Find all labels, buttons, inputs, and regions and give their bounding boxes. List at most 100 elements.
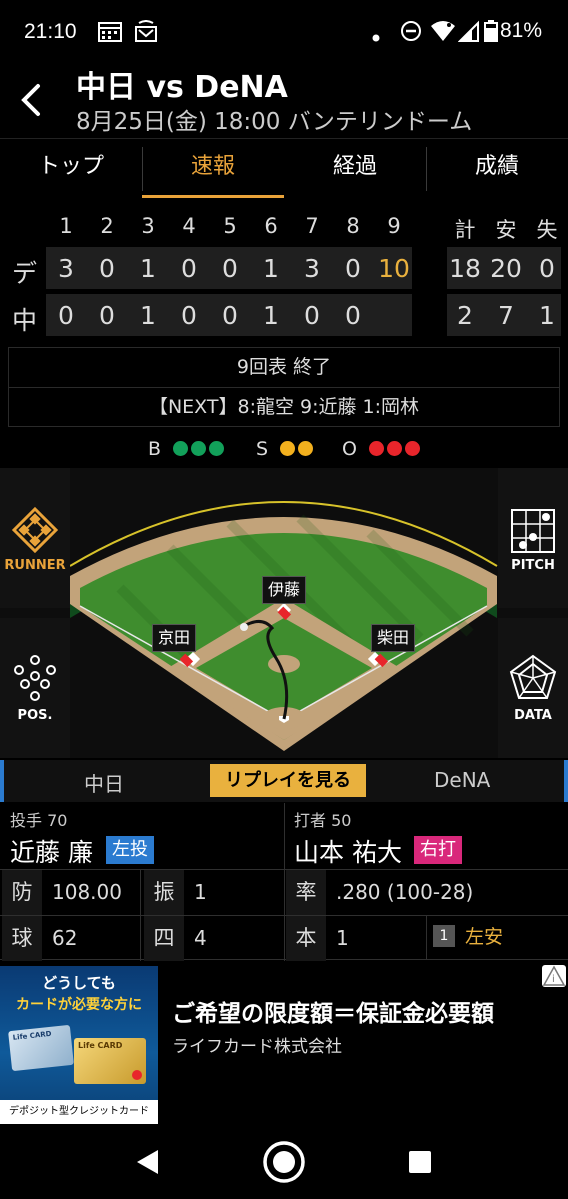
- battery-percent: 81%: [500, 19, 543, 42]
- inning-runs: 3: [58, 254, 74, 283]
- at-bat-result[interactable]: 1 左安: [426, 915, 568, 960]
- ad-image-text: カードが必要な方に: [16, 997, 142, 1013]
- inning-header: 2: [100, 214, 114, 238]
- tab-stats[interactable]: 成績: [426, 139, 568, 198]
- totals-header: 計: [454, 218, 476, 242]
- tab-live[interactable]: 速報: [142, 139, 284, 198]
- wifi-icon: [430, 20, 456, 47]
- inning-state: 9回表 終了: [236, 356, 332, 378]
- inning-runs: 1: [263, 254, 279, 283]
- home-team-tab[interactable]: 中日: [84, 768, 124, 797]
- runner-button[interactable]: RUNNER: [0, 468, 70, 608]
- batter-name[interactable]: 山本 祐大: [294, 833, 402, 869]
- stat-label: 球: [2, 916, 42, 961]
- data-button[interactable]: DATA: [498, 618, 568, 758]
- out-count: O: [342, 438, 421, 464]
- ball-dot: [191, 441, 207, 456]
- pitch-button[interactable]: PITCH: [498, 468, 568, 608]
- position-label: POS.: [17, 708, 53, 723]
- pitcher-name[interactable]: 近藤 廉: [10, 833, 93, 869]
- tab-bar: トップ 速報 経過 成績: [0, 138, 568, 198]
- radar-chart-icon: [509, 654, 557, 699]
- dot-icon: [372, 26, 380, 47]
- inning-runs: 0: [345, 254, 361, 283]
- back-icon[interactable]: [134, 1148, 160, 1180]
- stat-value: 1: [336, 926, 349, 950]
- totals-header: 安: [495, 218, 517, 242]
- inning-header: 8: [346, 214, 360, 238]
- team-abbr: 中: [12, 306, 38, 335]
- inning-header: 7: [305, 214, 319, 238]
- calendar-icon: [98, 20, 122, 47]
- system-nav-bar: [0, 1124, 568, 1199]
- clock: 21:10: [24, 20, 77, 43]
- pitch-grid-icon: [511, 509, 555, 553]
- stat-value: 62: [52, 926, 78, 950]
- replay-button[interactable]: リプレイを見る: [210, 764, 366, 797]
- game-info: 8月25日(金) 18:00 バンテリンドーム: [76, 109, 473, 135]
- scoreboard: 1 2 3 4 5 6 7 8 9 計 安 失 デ 中 3 0 1 0 0 1 …: [0, 208, 568, 338]
- recents-icon[interactable]: [408, 1150, 432, 1178]
- ad-info-icon[interactable]: i: [542, 965, 566, 987]
- tab-top[interactable]: トップ: [0, 139, 142, 198]
- card-label: Life CARD: [12, 1029, 52, 1042]
- result-number: 1: [433, 925, 455, 947]
- position-button[interactable]: POS.: [0, 618, 70, 758]
- inning-runs: 0: [222, 301, 238, 330]
- inning-runs: 0: [181, 254, 197, 283]
- tab-progress[interactable]: 経過: [284, 139, 426, 198]
- card-image: Life CARD: [8, 1024, 74, 1072]
- inning-header: 6: [264, 214, 278, 238]
- ball-dot: [209, 441, 225, 456]
- inning-runs: 0: [222, 254, 238, 283]
- status-bar: 21:10 81%: [0, 0, 568, 62]
- stat-label: 本: [286, 916, 326, 961]
- pitch-label: PITCH: [511, 558, 555, 573]
- ball-count: B: [148, 438, 225, 464]
- stat-value: .280 (100-28): [336, 880, 474, 904]
- out-dot: [405, 441, 421, 456]
- stat-value: 1: [194, 880, 207, 904]
- positions-icon: [14, 655, 56, 701]
- fielder-label: 柴田: [371, 624, 415, 652]
- ad-image[interactable]: どうしても カードが必要な方に Life CARD Life CARD デポジッ…: [0, 966, 158, 1124]
- stat-value: 108.00: [52, 880, 122, 904]
- baseball-field: [69, 501, 498, 751]
- inning-header: 9: [387, 214, 401, 238]
- balls-label: B: [148, 438, 162, 460]
- inning-runs: 3: [304, 254, 320, 283]
- inning-header: 3: [141, 214, 155, 238]
- total-errors: 0: [539, 254, 555, 283]
- pitcher-role: 投手 70: [10, 811, 68, 830]
- inning-runs: 0: [181, 301, 197, 330]
- ad-image-caption: デポジット型クレジットカード: [0, 1100, 158, 1124]
- inning-runs: 0: [99, 254, 115, 283]
- total-hits: 20: [490, 254, 522, 283]
- home-icon[interactable]: [262, 1140, 306, 1188]
- team-switch-bar: 中日 リプレイを見る DeNA: [0, 760, 568, 802]
- runner-label: RUNNER: [4, 558, 66, 573]
- pitcher-hand-badge: 左投: [106, 836, 154, 864]
- inning-header: 5: [223, 214, 237, 238]
- strike-dot: [280, 441, 296, 456]
- data-label: DATA: [514, 708, 552, 723]
- card-image: Life CARD: [74, 1038, 146, 1084]
- inning-header: 1: [59, 214, 73, 238]
- inning-runs: 0: [345, 301, 361, 330]
- back-button[interactable]: [18, 80, 44, 120]
- batter-hand-badge: 右打: [414, 836, 462, 864]
- signal-icon: [457, 20, 480, 47]
- advertisement[interactable]: どうしても カードが必要な方に Life CARD Life CARD デポジッ…: [0, 962, 568, 1124]
- inning-runs: 0: [304, 301, 320, 330]
- stat-label: 率: [286, 870, 326, 915]
- game-header: 中日 vs DeNA 8月25日(金) 18:00 バンテリンドーム: [0, 58, 568, 138]
- away-team-tab[interactable]: DeNA: [434, 768, 490, 792]
- stat-label: 四: [144, 916, 184, 961]
- total-errors: 1: [539, 301, 555, 330]
- ad-headline[interactable]: ご希望の限度額＝保証金必要額: [172, 994, 494, 1028]
- battery-icon: [484, 20, 498, 47]
- runner-icon: [11, 506, 59, 554]
- total-runs: 2: [457, 301, 473, 330]
- result-text: 左安: [465, 926, 504, 948]
- inning-runs: 0: [58, 301, 74, 330]
